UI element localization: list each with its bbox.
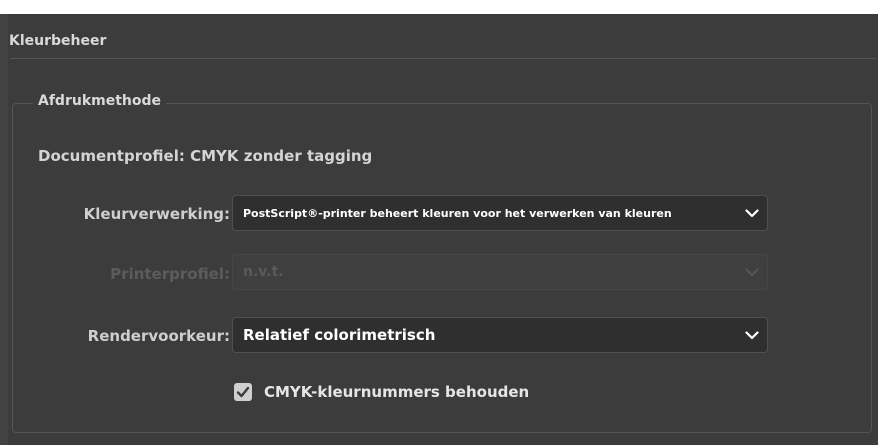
printer-profile-value: n.v.t. — [243, 264, 284, 280]
section-divider — [10, 58, 876, 59]
checkmark-icon — [236, 386, 250, 398]
printer-profile-dropdown: n.v.t. — [232, 254, 768, 290]
top-strip — [0, 0, 878, 14]
chevron-down-icon — [737, 208, 767, 218]
chevron-down-icon — [737, 330, 767, 340]
color-handling-label: Kleurverwerking: — [83, 205, 230, 223]
render-intent-dropdown[interactable]: Relatief colorimetrisch — [232, 317, 768, 353]
chevron-down-icon — [737, 268, 767, 277]
color-handling-value: PostScript®-printer beheert kleuren voor… — [243, 206, 672, 220]
render-intent-label: Rendervoorkeur: — [87, 327, 230, 345]
printer-profile-label: Printerprofiel: — [110, 265, 230, 283]
preserve-cmyk-checkbox[interactable] — [234, 383, 252, 401]
color-handling-dropdown[interactable]: PostScript®-printer beheert kleuren voor… — [232, 195, 768, 231]
render-intent-value: Relatief colorimetrisch — [243, 326, 436, 344]
print-method-legend: Afdrukmethode — [33, 93, 167, 109]
document-profile-text: Documentprofiel: CMYK zonder tagging — [38, 147, 373, 165]
section-title: Kleurbeheer — [9, 33, 107, 49]
preserve-cmyk-label: CMYK-kleurnummers behouden — [264, 383, 530, 401]
preserve-cmyk-option[interactable]: CMYK-kleurnummers behouden — [234, 383, 529, 401]
